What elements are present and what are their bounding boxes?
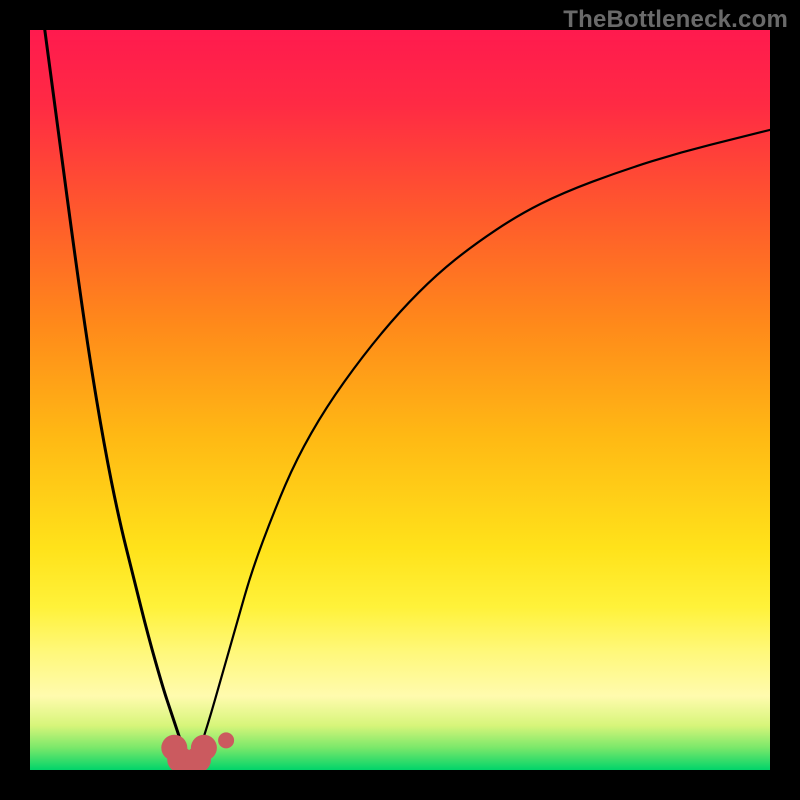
gradient-background — [30, 30, 770, 770]
plot-area — [30, 30, 770, 770]
marker-dot-right — [218, 732, 234, 748]
chart-frame: TheBottleneck.com — [0, 0, 800, 800]
bottleneck-chart-svg — [30, 30, 770, 770]
marker-arc-right-end — [191, 735, 217, 761]
